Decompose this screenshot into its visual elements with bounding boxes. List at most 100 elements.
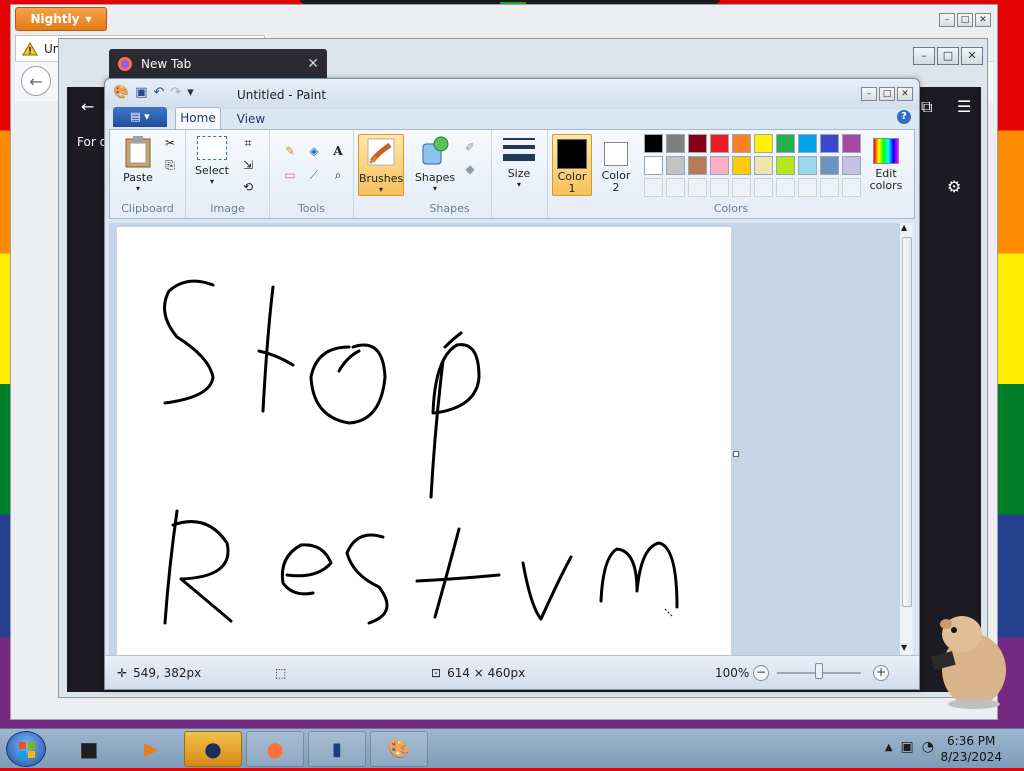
cut-icon[interactable]: ✂ [160,134,180,152]
tab-home[interactable]: Home [175,107,221,129]
palette-swatch[interactable] [754,156,773,175]
select-button[interactable]: Select ▾ [192,136,232,186]
zoom-out-button[interactable]: − [753,665,769,681]
minimize-button[interactable]: – [913,47,935,65]
color1-button[interactable]: Color 1 [552,134,592,196]
fill-style-icon[interactable]: ◆ [460,160,480,178]
nightly-app-button[interactable]: Nightly ▾ [15,7,107,31]
menu-icon[interactable]: ☰ [957,97,971,116]
color2-button[interactable]: Color 2 [596,134,636,196]
maximize-button[interactable]: □ [937,47,959,65]
palette-swatch[interactable] [710,134,729,153]
palette-swatch[interactable] [732,134,751,153]
zoom-slider-thumb[interactable] [815,663,823,679]
rotate-icon[interactable]: ⟲ [238,178,258,196]
custom-color-slot[interactable] [820,178,839,197]
palette-swatch[interactable] [798,156,817,175]
save-icon[interactable]: ▣ [135,85,147,100]
paint-file-menu-button[interactable]: ▤ ▾ [113,107,167,127]
palette-swatch[interactable] [732,156,751,175]
taskbar-paint[interactable]: 🎨 [370,731,428,767]
canvas-resize-handle[interactable] [733,451,739,457]
close-button[interactable]: ✕ [975,13,991,27]
drawing-canvas[interactable] [117,227,731,655]
custom-color-slot[interactable] [710,178,729,197]
taskbar-app-1[interactable]: ■ [60,731,118,767]
eraser-icon[interactable]: ▭ [280,166,300,184]
outline-icon[interactable]: ✐ [460,138,480,156]
palette-swatch[interactable] [842,156,861,175]
arrow-left-icon[interactable]: ← [81,97,94,116]
undo-icon[interactable]: ↶ [153,85,164,100]
copy-icon[interactable]: ⎘ [160,156,180,174]
scroll-down-icon[interactable]: ▼ [901,643,907,652]
edit-colors-button[interactable]: Edit colors [864,134,908,192]
close-button[interactable]: ✕ [897,87,913,101]
taskbar-media-player[interactable]: ▶ [122,731,180,767]
palette-swatch[interactable] [776,156,795,175]
zoom-in-button[interactable]: + [873,665,889,681]
extensions-icon[interactable]: ⧉ [921,97,932,117]
palette-swatch[interactable] [754,134,773,153]
network-icon[interactable]: ▣ [901,739,914,755]
text-icon[interactable]: A [328,142,348,160]
palette-swatch[interactable] [666,156,685,175]
fill-icon[interactable]: ◈ [304,142,324,160]
size-button[interactable]: Size ▾ [498,136,540,189]
maximize-button[interactable]: □ [879,87,895,101]
start-button[interactable] [6,731,46,767]
palette-swatch[interactable] [644,134,663,153]
pencil-icon[interactable]: ✎ [280,142,300,160]
palette-swatch[interactable] [842,134,861,153]
palette-swatch[interactable] [710,156,729,175]
palette-swatch[interactable] [776,134,795,153]
magnifier-icon[interactable]: ⌕ [328,166,348,184]
paste-button[interactable]: Paste ▾ [118,134,158,193]
palette-swatch[interactable] [644,156,663,175]
taskbar-nightly[interactable]: ● [184,731,242,767]
volume-icon[interactable]: ◔ [922,739,934,755]
minimize-button[interactable]: – [861,87,877,101]
show-hidden-icons[interactable]: ▲ [885,742,893,753]
custom-color-slot[interactable] [754,178,773,197]
vertical-scrollbar[interactable]: ▲ ▼ [899,223,913,655]
scroll-thumb[interactable] [902,237,912,607]
help-icon[interactable]: ? [897,110,911,124]
palette-swatch[interactable] [688,156,707,175]
tab-view[interactable]: View [231,109,271,129]
maximize-button[interactable]: □ [957,13,973,27]
custom-color-slot[interactable] [688,178,707,197]
close-tab-icon[interactable]: ✕ [307,56,319,72]
brushes-label: Brushes [359,172,404,185]
custom-color-slot[interactable] [798,178,817,197]
brushes-button[interactable]: Brushes ▾ [358,134,404,196]
palette-swatch[interactable] [798,134,817,153]
custom-color-slot[interactable] [732,178,751,197]
clock[interactable]: 6:36 PM 8/23/2024 [940,733,1002,765]
custom-color-slot[interactable] [842,178,861,197]
palette-swatch[interactable] [688,134,707,153]
redo-icon[interactable]: ↷ [170,85,181,100]
back-button[interactable]: ← [21,66,51,96]
minimize-button[interactable]: – [939,13,955,27]
select-icon [197,136,227,160]
custom-color-slot[interactable] [776,178,795,197]
shapes-button[interactable]: Shapes ▾ [414,134,456,193]
color-picker-icon[interactable]: ⟋ [304,166,324,184]
firefox-tab-new-tab[interactable]: New Tab ✕ [109,49,327,79]
customize-qat-icon[interactable]: ▾ [187,85,194,100]
taskbar-firefox[interactable]: ● [246,731,304,767]
palette-swatch[interactable] [666,134,685,153]
custom-color-slot[interactable] [644,178,663,197]
custom-color-slot[interactable] [666,178,685,197]
taskbar-app-5[interactable]: ▮ [308,731,366,767]
palette-swatch[interactable] [820,134,839,153]
palette-swatch[interactable] [820,156,839,175]
windows-logo-icon [19,742,35,758]
crop-icon[interactable]: ⌗ [238,134,258,152]
resize-icon[interactable]: ⇲ [238,156,258,174]
scroll-up-icon[interactable]: ▲ [901,223,907,232]
gear-icon[interactable]: ⚙ [947,177,961,196]
stroke-s2 [345,533,389,625]
close-button[interactable]: ✕ [961,47,983,65]
